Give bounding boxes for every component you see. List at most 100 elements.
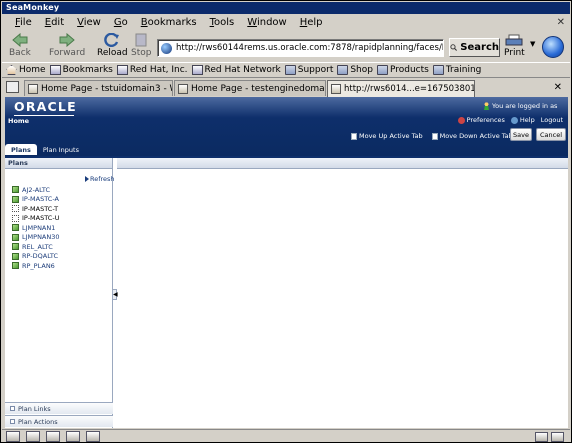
tab-plans[interactable]: Plans: [5, 144, 37, 155]
bookmark-red-hat-network[interactable]: Red Hat Network: [191, 65, 281, 75]
bookmark-home[interactable]: Home: [6, 65, 46, 75]
bookmark-training[interactable]: Training: [432, 65, 481, 75]
oracle-logo: ORACLE: [14, 99, 77, 116]
preferences-icon: [457, 116, 465, 124]
refresh-arrow-icon: [85, 176, 89, 182]
expand-icon: [10, 406, 15, 411]
global-links: Preferences Help Logout: [457, 116, 563, 124]
menu-view[interactable]: View: [77, 17, 101, 28]
plans-panel-title: Plans: [5, 158, 112, 169]
browser-tab-2[interactable]: Home Page - testenginedomain2...: [174, 80, 326, 96]
composer-icon[interactable]: [46, 431, 60, 442]
close-tab-icon[interactable]: ✕: [554, 82, 562, 93]
bookmark-bookmarks[interactable]: Bookmarks: [49, 65, 113, 75]
logout-link[interactable]: Logout: [541, 116, 563, 124]
bookmark-support[interactable]: Support: [284, 65, 333, 75]
reload-icon: [104, 33, 120, 47]
page-icon: [178, 83, 188, 94]
browser-tab-3[interactable]: http://rws6014...e=1675038010_3: [327, 80, 475, 97]
plan-item: IP-MASTC-U: [12, 214, 60, 224]
forward-arrow-icon: [59, 33, 75, 47]
stop-button[interactable]: Stop: [131, 33, 151, 58]
status-bar: [2, 429, 570, 443]
globe-icon: [161, 42, 172, 54]
address-book-icon[interactable]: [66, 431, 80, 442]
back-arrow-icon: [12, 33, 28, 47]
plan-item[interactable]: LJMPNAN1: [12, 223, 60, 233]
help-icon: [510, 116, 518, 124]
folder-icon: [376, 65, 388, 75]
bookmark-icon: [49, 65, 61, 75]
tab-plan-inputs[interactable]: Plan Inputs: [37, 144, 85, 155]
menu-window[interactable]: Window: [247, 17, 286, 28]
help-link[interactable]: Help: [510, 116, 535, 124]
new-tab-icon[interactable]: [6, 81, 19, 93]
plan-list: AJ2-ALTC IP-MASTC-A IP-MASTC-T IP-MASTC-…: [12, 185, 60, 271]
plan-item[interactable]: REL_ALTC: [12, 242, 60, 252]
plan-icon: [12, 224, 19, 232]
user-icon: [483, 102, 490, 110]
collapse-panel-icon[interactable]: ◀: [112, 289, 118, 300]
bookmark-products[interactable]: Products: [376, 65, 429, 75]
navigator-icon[interactable]: [6, 431, 20, 442]
save-button[interactable]: Save: [510, 128, 532, 141]
expand-icon: [10, 419, 15, 424]
cancel-button[interactable]: Cancel: [536, 128, 566, 141]
plan-icon: [12, 195, 19, 203]
search-icon: [450, 44, 457, 51]
home-link[interactable]: Home: [8, 117, 29, 125]
chat-icon[interactable]: [86, 431, 100, 442]
menu-bar: File Edit View Go Bookmarks Tools Window…: [2, 15, 570, 30]
app-tabs: Plans Plan Inputs: [5, 144, 85, 155]
browser-tab-bar: Home Page - tstuidomain3 - WL... Home Pa…: [2, 79, 570, 97]
page-icon: [331, 84, 341, 94]
connection-status-icon: [535, 432, 548, 442]
bookmarks-toolbar: Home Bookmarks Red Hat, Inc. Red Hat Net…: [2, 62, 570, 78]
menu-edit[interactable]: Edit: [45, 17, 64, 28]
menu-bookmarks[interactable]: Bookmarks: [141, 17, 197, 28]
printer-icon: [505, 34, 523, 46]
plans-panel: Plans Refresh AJ2-ALTC IP-MASTC-A IP-MAS…: [5, 158, 115, 428]
plan-item[interactable]: AJ2-ALTC: [12, 185, 60, 195]
plan-item[interactable]: LJMPNAN30: [12, 233, 60, 243]
menu-help[interactable]: Help: [300, 17, 323, 28]
move-up-active-tab-link[interactable]: Move Up Active Tab: [351, 132, 423, 140]
web-page: ORACLE You are logged in as Home Prefere…: [5, 97, 568, 428]
back-button[interactable]: Back: [9, 33, 31, 58]
bookmark-shop[interactable]: Shop: [337, 65, 373, 75]
url-input[interactable]: http://rws60144rems.us.oracle.com:7878/r…: [157, 39, 444, 57]
plan-item[interactable]: RP-DQALTC: [12, 252, 60, 262]
menu-tools[interactable]: Tools: [210, 17, 235, 28]
menu-go[interactable]: Go: [114, 17, 128, 28]
plan-item: IP-MASTC-T: [12, 204, 60, 214]
browser-tab-1[interactable]: Home Page - tstuidomain3 - WL...: [24, 80, 173, 96]
plan-icon: [12, 262, 19, 270]
folder-icon: [432, 65, 444, 75]
navigation-toolbar: Back Forward Reload Stop http://rws60144…: [2, 31, 570, 61]
mail-icon[interactable]: [26, 431, 40, 442]
logged-in-status: You are logged in as: [483, 102, 557, 110]
reload-button[interactable]: Reload: [97, 33, 128, 58]
folder-icon: [337, 65, 349, 75]
menu-file[interactable]: File: [15, 17, 32, 28]
plan-actions-accordion[interactable]: Plan Actions: [5, 415, 113, 427]
plan-item[interactable]: RP_PLAN6: [12, 261, 60, 271]
bookmark-icon: [116, 65, 128, 75]
plan-icon: [12, 243, 19, 251]
print-button[interactable]: Print: [504, 34, 525, 58]
refresh-link[interactable]: Refresh: [85, 175, 115, 183]
move-down-active-tab-link[interactable]: Move Down Active Tab: [431, 132, 513, 140]
folder-icon: [284, 65, 296, 75]
search-button[interactable]: Search: [449, 38, 500, 57]
home-icon: [6, 65, 17, 75]
plan-item[interactable]: IP-MASTC-A: [12, 195, 60, 205]
app-header: ORACLE You are logged in as Home Prefere…: [5, 97, 568, 156]
print-dropdown-icon[interactable]: ▼: [530, 40, 535, 48]
preferences-link[interactable]: Preferences: [457, 116, 505, 124]
forward-button[interactable]: Forward: [49, 33, 85, 58]
move-up-icon: [351, 132, 357, 140]
bookmark-red-hat-inc[interactable]: Red Hat, Inc.: [116, 65, 188, 75]
plan-links-accordion[interactable]: Plan Links: [5, 402, 113, 414]
stop-icon: [135, 33, 147, 47]
close-icon[interactable]: ✕: [557, 17, 565, 28]
